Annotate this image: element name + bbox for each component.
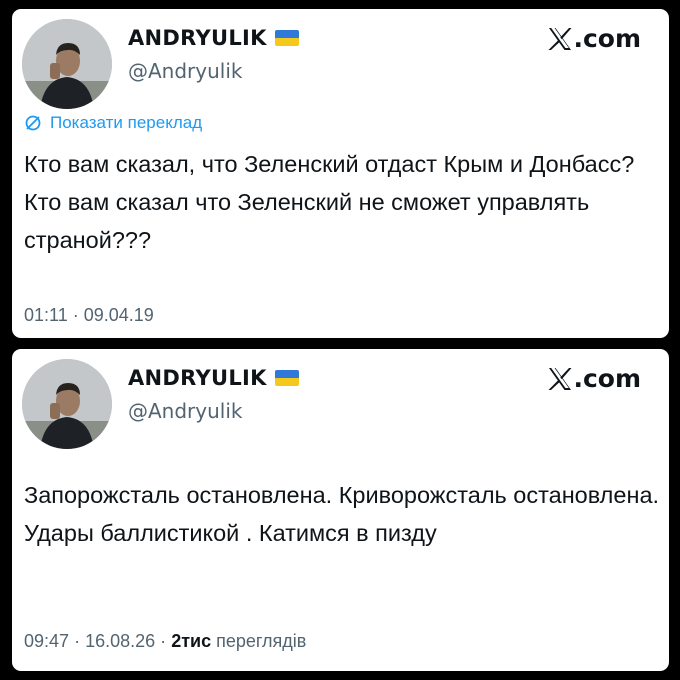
tweet-time[interactable]: 01:11 <box>24 305 68 325</box>
separator: · <box>160 631 167 651</box>
separator: · <box>72 305 79 325</box>
avatar-photo <box>22 359 112 449</box>
author-name-text[interactable]: ANDRYULIK <box>128 366 267 390</box>
tweet-card-1[interactable]: ANDRYULIK @Andryulik .com Показати перек… <box>12 9 669 338</box>
x-logo-icon <box>548 27 572 50</box>
author-handle[interactable]: @Andryulik <box>128 399 242 423</box>
x-brand-text: .com <box>573 24 641 53</box>
author-handle[interactable]: @Andryulik <box>128 59 242 83</box>
translate-link[interactable]: Показати переклад <box>24 113 202 133</box>
tweet-card-2[interactable]: ANDRYULIK @Andryulik .com Запорожсталь о… <box>12 349 669 671</box>
author-name-text[interactable]: ANDRYULIK <box>128 26 267 50</box>
tweet-text: Запорожсталь остановлена. Криворожсталь … <box>24 482 660 546</box>
separator: · <box>74 631 81 651</box>
author-name[interactable]: ANDRYULIK <box>128 366 299 390</box>
translate-label[interactable]: Показати переклад <box>50 113 202 133</box>
ukraine-flag-icon <box>274 370 299 386</box>
tweet-date[interactable]: 16.08.26 <box>85 631 155 651</box>
x-logo: .com <box>548 364 641 393</box>
tweet-text: Кто вам сказал, что Зеленский отдаст Кры… <box>24 151 635 253</box>
ukraine-flag-icon <box>274 30 299 46</box>
avatar-photo <box>22 19 112 109</box>
views-label: переглядів <box>216 631 307 651</box>
tweet-date[interactable]: 09.04.19 <box>84 305 154 325</box>
translate-icon <box>25 115 41 131</box>
x-brand-text: .com <box>573 364 641 393</box>
views-count: 2тис <box>171 631 212 651</box>
x-logo: .com <box>548 24 641 53</box>
x-logo-icon <box>548 367 572 390</box>
tweet-time[interactable]: 09:47 <box>24 631 69 651</box>
avatar[interactable] <box>22 359 112 449</box>
author-name[interactable]: ANDRYULIK <box>128 26 299 50</box>
avatar[interactable] <box>22 19 112 109</box>
tweet-meta: 09:47 · 16.08.26 · 2тис переглядів <box>24 631 306 652</box>
tweet-meta: 01:11 · 09.04.19 <box>24 305 154 326</box>
